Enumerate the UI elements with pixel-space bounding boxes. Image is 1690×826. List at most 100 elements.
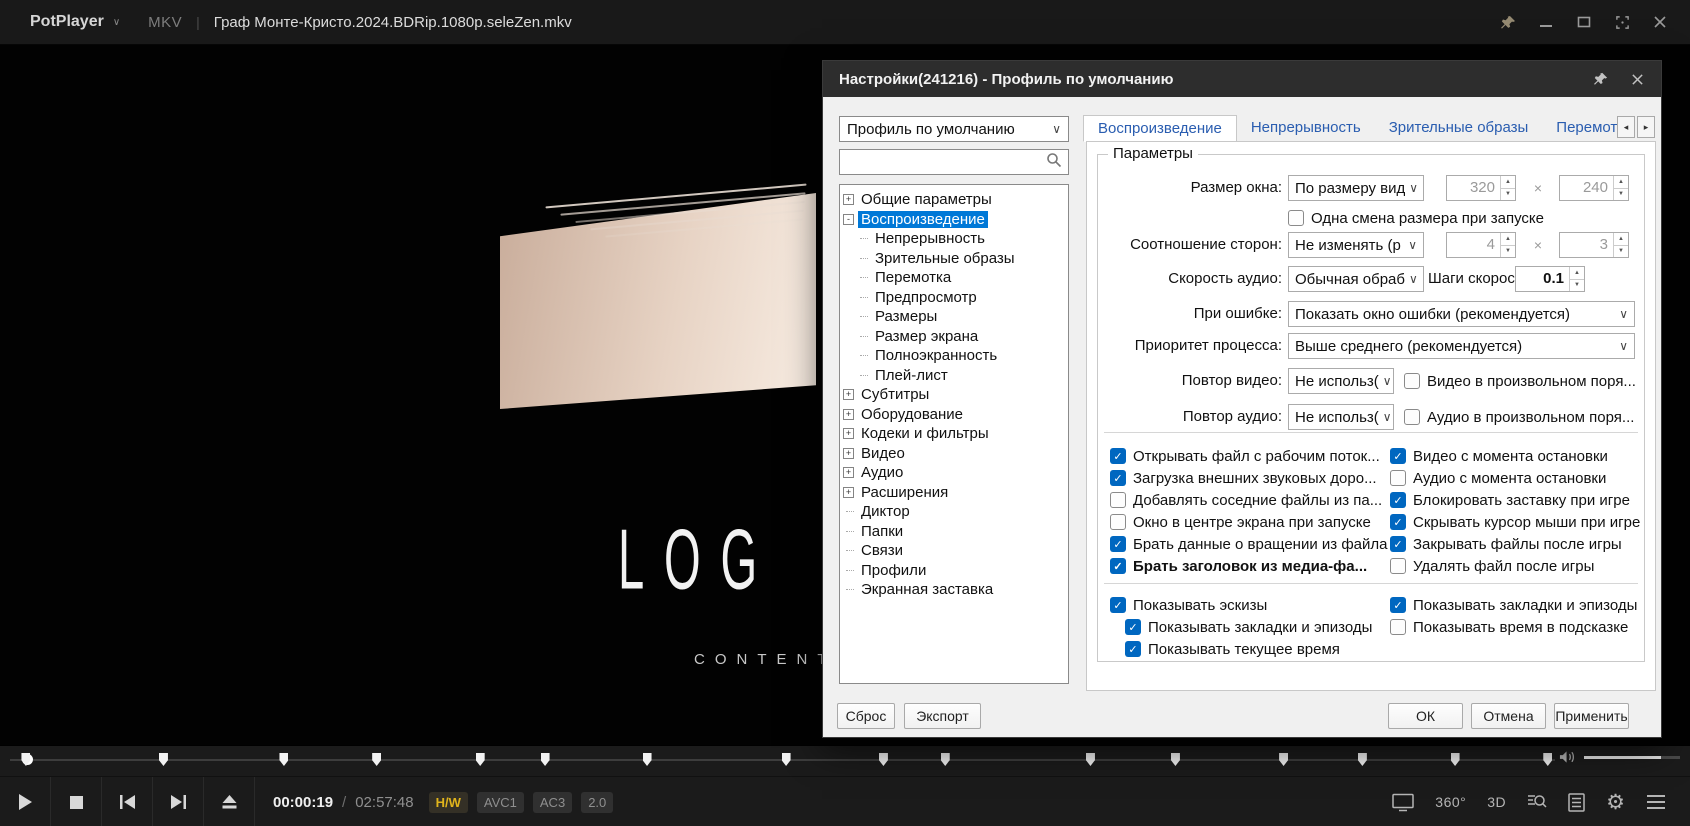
tree-item[interactable]: Непрерывность [840, 229, 1068, 249]
option-left-checkbox[interactable]: ✓ Брать заголовок из медиа-фа... [1110, 557, 1367, 575]
on-error-select[interactable]: Показать окно ошибки (рекомендуется) ∨ [1288, 301, 1635, 327]
chapter-marker[interactable] [781, 753, 791, 766]
resize-once-checkbox[interactable]: Одна смена размера при запуске [1288, 209, 1544, 227]
cancel-button[interactable]: Отмена [1471, 703, 1546, 729]
view-3d-icon[interactable]: 3D [1487, 794, 1506, 810]
chapter-marker[interactable] [279, 753, 289, 766]
tree-item[interactable]: Связи [840, 541, 1068, 561]
tree-item[interactable]: + Расширения [840, 483, 1068, 503]
seek-bar[interactable] [10, 753, 1555, 766]
option-right-checkbox[interactable]: Удалять файл после игры [1390, 557, 1594, 575]
expand-icon[interactable]: + [843, 194, 854, 206]
tree-item[interactable]: Экранная заставка [840, 580, 1068, 600]
tree-item[interactable]: Предпросмотр [840, 288, 1068, 308]
window-width-stepper[interactable]: 320 ▲ ▼ [1446, 175, 1516, 201]
chapter-marker[interactable] [1450, 753, 1460, 766]
option-left-checkbox[interactable]: ✓ Открывать файл с рабочим поток... [1110, 447, 1380, 465]
tree-item[interactable]: + Субтитры [840, 385, 1068, 405]
tab-scroll-right-icon[interactable]: ▸ [1637, 116, 1655, 138]
export-button[interactable]: Экспорт [904, 703, 981, 729]
chapter-marker[interactable] [1543, 753, 1553, 766]
thumbnail-left-checkbox[interactable]: ✓ Показывать эскизы [1110, 596, 1267, 614]
chapter-marker[interactable] [1279, 753, 1289, 766]
view-360-icon[interactable]: 360° [1435, 794, 1466, 810]
stepper-arrows[interactable]: ▲ ▼ [1613, 233, 1628, 257]
aspect-h-stepper[interactable]: 3 ▲ ▼ [1559, 232, 1629, 258]
speed-steps-stepper[interactable]: 0.1 ▲ ▼ [1515, 266, 1585, 292]
speaker-icon[interactable] [1559, 750, 1576, 764]
volume-slider[interactable] [1584, 755, 1680, 759]
collapse-icon[interactable]: - [843, 213, 854, 225]
tree-item[interactable]: Диктор [840, 502, 1068, 522]
stepper-arrows[interactable]: ▲ ▼ [1613, 176, 1628, 200]
menu-icon[interactable] [1646, 794, 1666, 810]
maximize-icon[interactable] [1576, 14, 1592, 30]
thumbnail-right-checkbox[interactable]: ✓ Показывать закладки и эпизоды [1390, 596, 1637, 614]
tree-item[interactable]: Размер экрана [840, 327, 1068, 347]
tree-item[interactable]: Папки [840, 522, 1068, 542]
aspect-select[interactable]: Не изменять (p ∨ [1288, 232, 1424, 258]
tree-item[interactable]: Профили [840, 561, 1068, 581]
tree-item[interactable]: + Кодеки и фильтры [840, 424, 1068, 444]
option-left-checkbox[interactable]: ✓ Брать данные о вращении из файла [1110, 535, 1387, 553]
settings-search-input[interactable] [839, 149, 1069, 175]
dialog-close-icon[interactable] [1629, 71, 1645, 87]
expand-icon[interactable]: + [843, 408, 854, 420]
expand-icon[interactable]: + [843, 389, 854, 401]
expand-icon[interactable]: + [843, 467, 854, 479]
stepper-arrows[interactable]: ▲ ▼ [1500, 176, 1515, 200]
next-button[interactable] [153, 777, 204, 826]
chapter-marker[interactable] [940, 753, 950, 766]
app-menu-button[interactable]: PotPlayer ∨ [0, 0, 142, 44]
tab-1[interactable]: Воспроизведение [1083, 115, 1237, 142]
chapter-marker[interactable] [540, 753, 550, 766]
chapter-marker[interactable] [878, 753, 888, 766]
thumbnail-left-checkbox[interactable]: ✓ Показывать текущее время [1125, 640, 1340, 658]
audio-repeat-select[interactable]: Не использ( ∨ [1288, 404, 1394, 430]
thumbnail-left-checkbox[interactable]: ✓ Показывать закладки и эпизоды [1125, 618, 1372, 636]
minimize-icon[interactable] [1538, 14, 1554, 30]
audio-speed-select[interactable]: Обычная обраб ∨ [1288, 266, 1424, 292]
audio-random-checkbox[interactable]: Аудио в произвольном поря... [1404, 408, 1634, 426]
chapter-marker[interactable] [1357, 753, 1367, 766]
scene-search-icon[interactable] [1527, 792, 1547, 812]
option-right-checkbox[interactable]: ✓ Скрывать курсор мыши при игре [1390, 513, 1640, 531]
chapter-marker[interactable] [372, 753, 382, 766]
stepper-arrows[interactable]: ▲ ▼ [1569, 267, 1584, 291]
chapter-marker[interactable] [158, 753, 168, 766]
display-device-icon[interactable] [1392, 793, 1415, 812]
option-left-checkbox[interactable]: ✓ Загрузка внешних звуковых доро... [1110, 469, 1377, 487]
chapter-marker[interactable] [475, 753, 485, 766]
play-button[interactable] [0, 777, 51, 826]
profile-select[interactable]: Профиль по умолчанию ∨ [839, 116, 1069, 142]
option-right-checkbox[interactable]: ✓ Видео с момента остановки [1390, 447, 1608, 465]
tree-item[interactable]: + Видео [840, 444, 1068, 464]
tree-item[interactable]: + Аудио [840, 463, 1068, 483]
chapter-marker[interactable] [642, 753, 652, 766]
option-left-checkbox[interactable]: Добавлять соседние файлы из па... [1110, 491, 1382, 509]
apply-button[interactable]: Применить [1554, 703, 1629, 729]
option-right-checkbox[interactable]: ✓ Закрывать файлы после игры [1390, 535, 1622, 553]
video-random-checkbox[interactable]: Видео в произвольном поря... [1404, 372, 1636, 390]
thumbnail-right-checkbox[interactable]: Показывать время в подсказке [1390, 618, 1628, 636]
option-left-checkbox[interactable]: Окно в центре экрана при запуске [1110, 513, 1371, 531]
eject-button[interactable] [204, 777, 255, 826]
fullscreen-icon[interactable] [1614, 14, 1630, 30]
tree-item[interactable]: Полноэкранность [840, 346, 1068, 366]
reset-button[interactable]: Сброс [837, 703, 895, 729]
settings-gear-icon[interactable]: ⚙ [1606, 792, 1625, 813]
tree-item[interactable]: Перемотка [840, 268, 1068, 288]
option-right-checkbox[interactable]: Аудио с момента остановки [1390, 469, 1606, 487]
tree-item[interactable]: Размеры [840, 307, 1068, 327]
chapter-marker[interactable] [1170, 753, 1180, 766]
window-size-select[interactable]: По размеру вид ∨ [1288, 175, 1424, 201]
expand-icon[interactable]: + [843, 447, 854, 459]
ok-button[interactable]: ОК [1388, 703, 1463, 729]
window-height-stepper[interactable]: 240 ▲ ▼ [1559, 175, 1629, 201]
previous-button[interactable] [102, 777, 153, 826]
stepper-arrows[interactable]: ▲ ▼ [1500, 233, 1515, 257]
priority-select[interactable]: Выше среднего (рекомендуется) ∨ [1288, 333, 1635, 359]
aspect-w-stepper[interactable]: 4 ▲ ▼ [1446, 232, 1516, 258]
expand-icon[interactable]: + [843, 428, 854, 440]
tree-item[interactable]: + Оборудование [840, 405, 1068, 425]
